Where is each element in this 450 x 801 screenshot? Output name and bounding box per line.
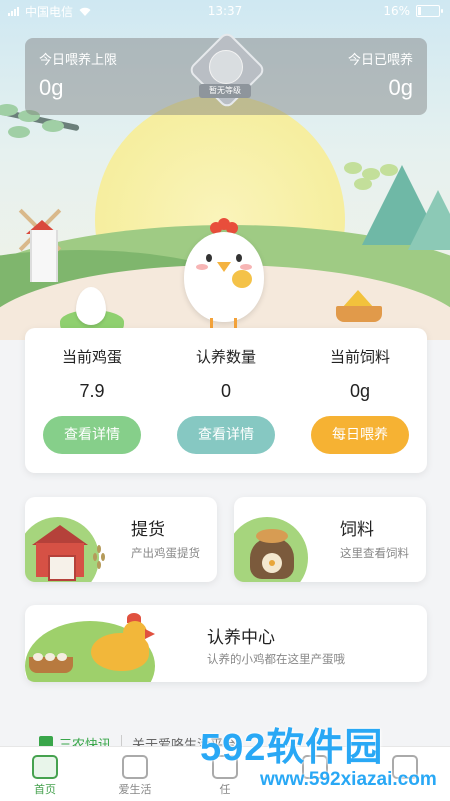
tree-right-illustration xyxy=(340,160,410,210)
tab-label: 首页 xyxy=(34,783,56,796)
tab-label: 任 xyxy=(219,783,231,796)
stat-value: 7.9 xyxy=(79,381,105,401)
wheat-icon xyxy=(91,545,107,577)
feed-limit-label: 今日喂养上限 xyxy=(39,53,118,68)
tab-home[interactable]: 首页 xyxy=(0,747,90,801)
stat-current-eggs: 当前鸡蛋 7.9 查看详情 xyxy=(25,346,159,454)
medal-icon xyxy=(209,50,243,84)
view-adopted-details-button[interactable]: 查看详情 xyxy=(177,416,275,454)
pickup-subtitle: 产出鸡蛋提货 xyxy=(131,546,200,560)
stat-current-feed: 当前饲料 0g 每日喂养 xyxy=(293,346,427,454)
feed-bowl-illustration xyxy=(336,290,382,326)
egg-illustration xyxy=(76,287,106,325)
tab-cart[interactable] xyxy=(270,747,360,801)
tab-tasks[interactable]: 任 xyxy=(180,747,270,801)
bottom-tab-bar: 首页 爱生活 任 xyxy=(0,746,450,801)
feed-sack-icon xyxy=(246,523,298,579)
cart-icon xyxy=(302,755,328,779)
view-eggs-details-button[interactable]: 查看详情 xyxy=(43,416,141,454)
stat-adopted-count: 认养数量 0 查看详情 xyxy=(159,346,293,454)
carrier-name: 中国电信 xyxy=(25,4,74,19)
home-icon xyxy=(32,755,58,779)
stat-label: 认养数量 xyxy=(195,348,256,366)
fed-today-value: 0g xyxy=(388,75,413,100)
feed-limit-value: 0g xyxy=(39,75,64,100)
hen-icon xyxy=(83,613,157,677)
wifi-icon xyxy=(79,7,91,16)
feed-title: 饲料 xyxy=(340,520,374,540)
tab-label: 爱生活 xyxy=(118,783,152,796)
user-icon xyxy=(392,755,418,779)
battery-percent: 16% xyxy=(383,4,410,18)
stat-value: 0g xyxy=(349,381,371,401)
mountain-illustration-2 xyxy=(408,190,450,250)
adoption-center-title: 认养中心 xyxy=(207,628,275,648)
daily-feed-button[interactable]: 每日喂养 xyxy=(311,416,409,454)
fed-today-label: 今日已喂养 xyxy=(347,53,413,68)
feed-card[interactable]: 饲料 这里查看饲料 xyxy=(234,497,426,582)
barn-icon xyxy=(32,525,88,581)
pickup-title: 提货 xyxy=(131,520,165,540)
stats-card: 当前鸡蛋 7.9 查看详情 认养数量 0 查看详情 当前饲料 0g 每日喂养 xyxy=(25,328,427,473)
level-badge[interactable]: 暂无等级 xyxy=(187,30,267,110)
chicken-character[interactable] xyxy=(178,218,270,328)
signal-icon xyxy=(8,6,19,16)
battery-icon xyxy=(416,5,443,17)
adoption-center-card[interactable]: 认养中心 认养的小鸡都在这里产蛋哦 xyxy=(25,605,427,682)
status-bar: 中国电信 13:37 16% xyxy=(0,0,450,22)
stat-label: 当前饲料 xyxy=(329,348,390,366)
egg-basket-icon xyxy=(29,653,73,673)
task-icon xyxy=(212,755,238,779)
tab-profile[interactable] xyxy=(360,747,450,801)
windmill-illustration xyxy=(18,208,62,282)
stat-value: 0 xyxy=(220,381,231,401)
pickup-card[interactable]: 提货 产出鸡蛋提货 xyxy=(25,497,217,582)
shop-icon xyxy=(122,755,148,779)
adoption-center-subtitle: 认养的小鸡都在这里产蛋哦 xyxy=(207,652,345,666)
badge-label: 暂无等级 xyxy=(199,84,251,98)
tab-love-life[interactable]: 爱生活 xyxy=(90,747,180,801)
feed-subtitle: 这里查看饲料 xyxy=(340,546,409,560)
stat-label: 当前鸡蛋 xyxy=(61,348,122,366)
